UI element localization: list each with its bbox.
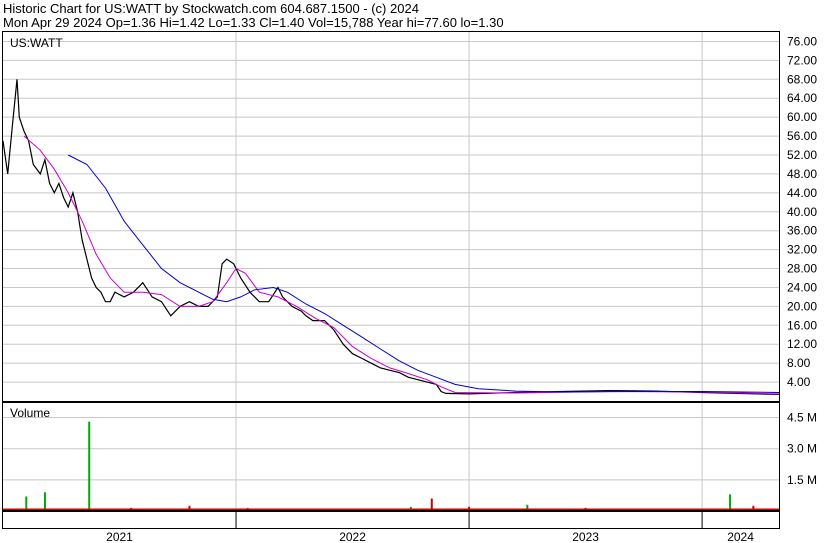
volume-tick-label: 3.0 M [787,442,817,456]
price-tick-label: 44.00 [787,186,817,200]
x-tick-label: 2023 [572,530,599,543]
price-tick-label: 68.00 [787,72,817,86]
price-tick-label: 36.00 [787,224,817,238]
x-tick-label: 2022 [339,530,366,543]
volume-panel-title: Volume [10,406,50,420]
stock-chart: 76.00 72.00 68.00 64.00 60.00 56.00 52.00 48.00… [2,31,817,543]
price-line [2,79,780,395]
price-tick-label: 20.00 [787,299,817,313]
x-axis-frame [2,510,780,529]
price-tick-label: 48.00 [787,167,817,181]
ma_long-line [67,154,780,393]
price-tick-label: 12.00 [787,337,817,351]
price-tick-label: 24.00 [787,280,817,294]
volume-tick-label: 4.5 M [787,411,817,425]
price-tick-label: 8.00 [787,356,811,370]
price-tick-label: 16.00 [787,318,817,332]
volume-bar [88,421,91,511]
price-tick-label: 72.00 [787,53,817,67]
price-grid [3,32,779,401]
price-tick-label: 28.00 [787,262,817,276]
price-panel-frame [2,31,780,402]
price-panel-title: US:WATT [10,36,63,50]
chart-labels: 76.00 72.00 68.00 64.00 60.00 56.00 52.00 48.00… [10,34,817,543]
price-tick-label: 4.00 [787,375,811,389]
volume-tick-label: 1.5 M [787,473,817,487]
x-tick-label: 2024 [727,530,754,543]
price-tick-label: 40.00 [787,205,817,219]
x-tick-label: 2021 [106,530,133,543]
price-tick-label: 60.00 [787,110,817,124]
chart-marks [2,79,780,511]
price-tick-label: 52.00 [787,148,817,162]
price-tick-label: 64.00 [787,91,817,105]
price-tick-label: 76.00 [787,34,817,48]
volume-grid [3,403,779,511]
ma_short-line [23,135,780,395]
price-tick-label: 56.00 [787,129,817,143]
volume-panel-frame [2,402,780,512]
price-tick-label: 32.00 [787,243,817,257]
chart-frames [2,31,780,529]
volume-bar [43,492,46,511]
